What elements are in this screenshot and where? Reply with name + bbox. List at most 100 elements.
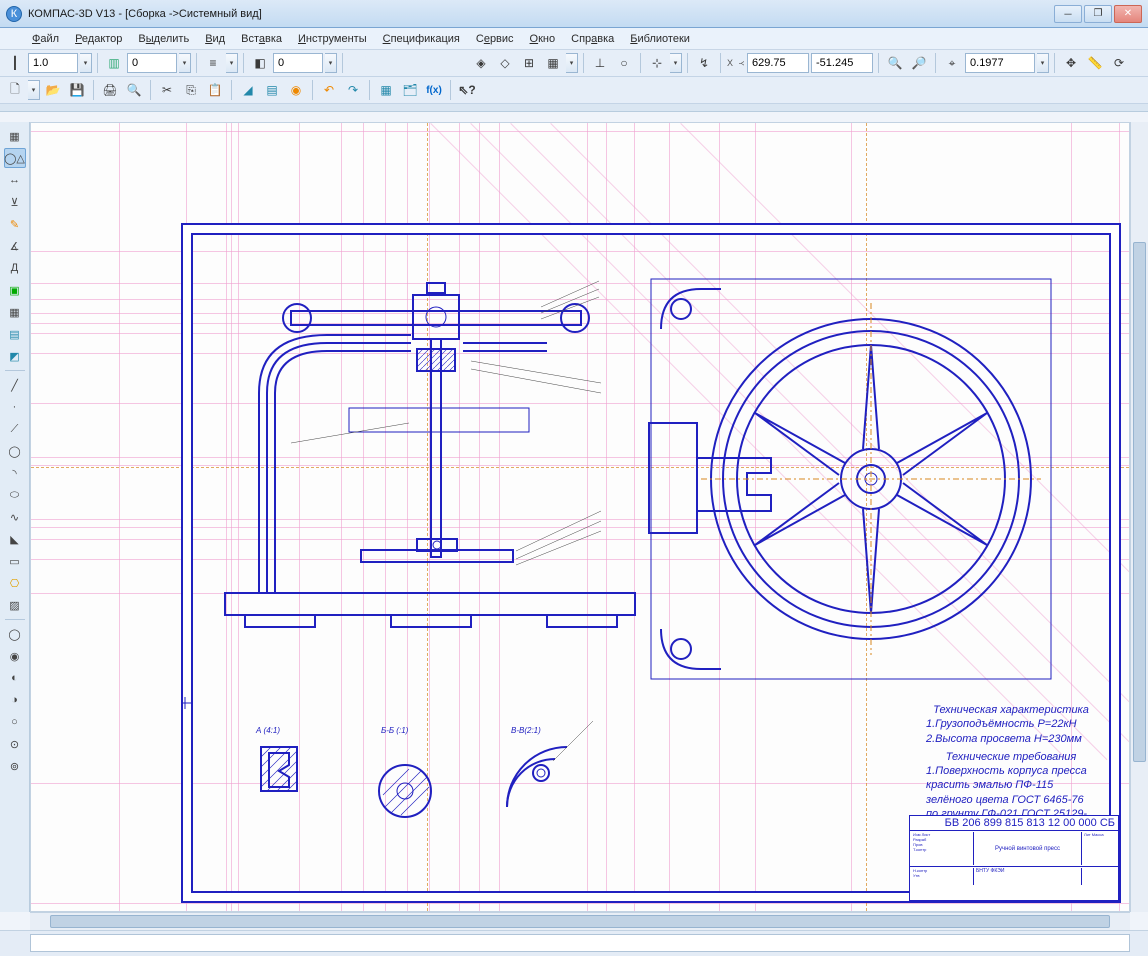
measure-icon[interactable]: 📏	[1084, 52, 1106, 74]
undo-icon[interactable]: ↶	[318, 79, 340, 101]
tool-aux-icon[interactable]: ⟋	[4, 419, 26, 439]
layer2-dropdown[interactable]: ▾	[325, 53, 337, 73]
tool-point-icon[interactable]: ·	[4, 397, 26, 417]
menu-edit[interactable]: Редактор	[67, 30, 130, 48]
tool-param-icon[interactable]: ∡	[4, 236, 26, 256]
tool-views-icon[interactable]: ▣	[4, 280, 26, 300]
scale-input[interactable]	[28, 53, 78, 73]
open-icon[interactable]: 📂	[42, 79, 64, 101]
manager-icon[interactable]: ▤	[261, 79, 283, 101]
menu-tools[interactable]: Инструменты	[290, 30, 375, 48]
menu-libs[interactable]: Библиотеки	[622, 30, 698, 48]
tool-arc-icon[interactable]: ◝	[4, 463, 26, 483]
paste-icon[interactable]: 📋	[204, 79, 226, 101]
linetype-dropdown[interactable]: ▾	[226, 53, 238, 73]
tool-ellipse-icon[interactable]: ⬭	[4, 485, 26, 505]
layer-icon[interactable]: ▥	[103, 52, 125, 74]
zoom-window-icon[interactable]: ⌖	[941, 52, 963, 74]
tool-group2-icon[interactable]: ◉	[4, 646, 26, 666]
redo-icon[interactable]: ↷	[342, 79, 364, 101]
menu-service[interactable]: Сервис	[468, 30, 522, 48]
tool-chamfer-icon[interactable]: ◣	[4, 529, 26, 549]
ortho-icon[interactable]: ⊥	[589, 52, 611, 74]
round-icon[interactable]: ○	[613, 52, 635, 74]
coord-dropdown[interactable]: ▾	[670, 53, 682, 73]
y-coord-input[interactable]	[811, 53, 873, 73]
ucs-icon[interactable]: ↯	[693, 52, 715, 74]
save-icon[interactable]: 💾	[66, 79, 88, 101]
tool-spec-icon[interactable]: ▦	[4, 302, 26, 322]
layer-input[interactable]	[127, 53, 177, 73]
preview-icon[interactable]: 🔍	[123, 79, 145, 101]
tool-group3-icon[interactable]: ◐	[4, 668, 26, 688]
menu-help[interactable]: Справка	[563, 30, 622, 48]
print-icon[interactable]: 🖨	[99, 79, 121, 101]
tool-select-icon[interactable]: ▦	[4, 126, 26, 146]
snap-grid2-icon[interactable]: ▦	[542, 52, 564, 74]
line-style-icon[interactable]: ┃	[4, 52, 26, 74]
menu-window[interactable]: Окно	[522, 30, 564, 48]
snap-mid-icon[interactable]: ◇	[494, 52, 516, 74]
menu-view[interactable]: Вид	[197, 30, 233, 48]
menu-insert[interactable]: Вставка	[233, 30, 290, 48]
menu-file[interactable]: ФФайлайл	[24, 30, 67, 48]
pan-icon[interactable]: ✥	[1060, 52, 1082, 74]
tool-collect-icon[interactable]: ⎔	[4, 573, 26, 593]
tool-rect-icon[interactable]: ▭	[4, 551, 26, 571]
menu-spec[interactable]: Спецификация	[375, 30, 468, 48]
spec-icon[interactable]: ▦	[375, 79, 397, 101]
vertical-scrollbar[interactable]	[1130, 122, 1148, 912]
tool-geom-icon[interactable]: ◯△	[4, 148, 26, 168]
tool-edit-icon[interactable]: ✎	[4, 214, 26, 234]
tool-group1-icon[interactable]: ◯	[4, 624, 26, 644]
zoom-in-icon[interactable]: 🔍	[884, 52, 906, 74]
menu-select[interactable]: Выделить	[130, 30, 197, 48]
command-line[interactable]	[30, 934, 1130, 952]
tool-group7-icon[interactable]: ⊚	[4, 756, 26, 776]
close-button[interactable]: ✕	[1114, 5, 1142, 23]
variables-icon[interactable]: ◉	[285, 79, 307, 101]
prop-icon[interactable]: ◢	[237, 79, 259, 101]
scale-dropdown[interactable]: ▾	[80, 53, 92, 73]
coord-icon[interactable]: ⊹	[646, 52, 668, 74]
tool-group6-icon[interactable]: ⊙	[4, 734, 26, 754]
doc-tabs	[0, 104, 1148, 112]
tool-hatch-icon[interactable]: ▨	[4, 595, 26, 615]
minimize-button[interactable]: －	[1054, 5, 1082, 23]
tool-circle-icon[interactable]: ◯	[4, 441, 26, 461]
color-icon[interactable]: ◧	[249, 52, 271, 74]
vertical-scroll-thumb[interactable]	[1133, 242, 1146, 762]
refresh-icon[interactable]: ⟳	[1108, 52, 1130, 74]
horizontal-scrollbar[interactable]	[30, 912, 1130, 930]
tree-icon[interactable]: 🗂	[399, 79, 421, 101]
cut-icon[interactable]: ✂	[156, 79, 178, 101]
zoom-input[interactable]	[965, 53, 1035, 73]
tool-group4-icon[interactable]: ◑	[4, 690, 26, 710]
zoom-dropdown[interactable]: ▾	[1037, 53, 1049, 73]
linetype-icon[interactable]: ≡	[202, 52, 224, 74]
tool-report-icon[interactable]: ▤	[4, 324, 26, 344]
tool-insert-icon[interactable]: ◩	[4, 346, 26, 366]
tool-symbol-icon[interactable]: ⊻	[4, 192, 26, 212]
layer-dropdown[interactable]: ▾	[179, 53, 191, 73]
tool-group5-icon[interactable]: ○	[4, 712, 26, 732]
tool-spline-icon[interactable]: ∿	[4, 507, 26, 527]
snap-end-icon[interactable]: ◈	[470, 52, 492, 74]
zoom-out-icon[interactable]: 🔎	[908, 52, 930, 74]
app-icon: К	[6, 6, 22, 22]
snap-grid-icon[interactable]: ⊞	[518, 52, 540, 74]
help-icon[interactable]: ⇖?	[456, 79, 478, 101]
new-dropdown[interactable]: ▾	[28, 80, 40, 100]
canvas[interactable]: А (4:1) Б-Б (:1) В-В(2:1)	[30, 122, 1130, 912]
snap-dropdown[interactable]: ▾	[566, 53, 578, 73]
copy-icon[interactable]: ⎘	[180, 79, 202, 101]
tool-line-icon[interactable]: ╱	[4, 375, 26, 395]
tool-dim-icon[interactable]: ↔	[4, 170, 26, 190]
new-icon[interactable]: 🗋	[4, 79, 26, 101]
fx-icon[interactable]: f(x)	[423, 79, 445, 101]
x-coord-input[interactable]	[747, 53, 809, 73]
layer2-input[interactable]	[273, 53, 323, 73]
horizontal-scroll-thumb[interactable]	[50, 915, 1110, 928]
tool-measure-icon[interactable]: Д	[4, 258, 26, 278]
maximize-button[interactable]: ❐	[1084, 5, 1112, 23]
